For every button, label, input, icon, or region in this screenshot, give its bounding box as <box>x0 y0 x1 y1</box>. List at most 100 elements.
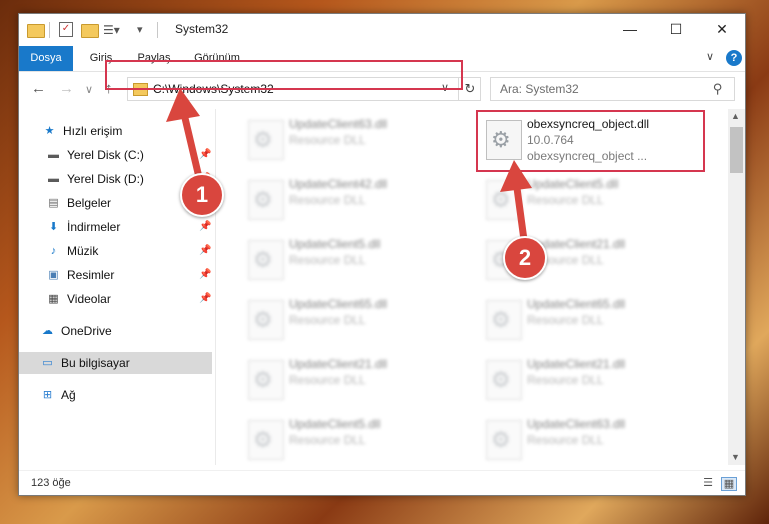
file-name: UpdateClient5.dll <box>289 417 381 431</box>
file-name: UpdateClient5.dll <box>527 177 619 191</box>
details-view-icon[interactable]: ☰ <box>701 477 715 489</box>
search-icon[interactable]: ⚲ <box>713 81 723 97</box>
file-item[interactable]: ⚙ UpdateClient5.dll Resource DLL <box>241 233 461 288</box>
dll-file-icon: ⚙ <box>486 180 522 220</box>
sidebar-item-label: Hızlı erişim <box>63 124 123 138</box>
folder-icon[interactable] <box>27 24 45 38</box>
file-type: Resource DLL <box>527 433 604 447</box>
file-item[interactable]: ⚙ UpdateClient5.dll Resource DLL <box>479 173 699 228</box>
file-item[interactable]: ⚙ UpdateClient63.dll Resource DLL <box>241 113 461 168</box>
sidebar-item[interactable]: ★ Hızlı erişim <box>19 120 212 142</box>
sidebar-item-label: Yerel Disk (C:) <box>67 148 144 162</box>
file-type: Resource DLL <box>527 373 604 387</box>
sidebar-item[interactable]: ⊞ Ağ <box>19 384 212 406</box>
star-icon: ★ <box>44 125 55 137</box>
file-name: UpdateClient63.dll <box>527 417 626 431</box>
computer-icon: ▭ <box>42 357 53 369</box>
file-item[interactable]: ⚙ UpdateClient65.dll Resource DLL <box>479 293 699 348</box>
pin-icon[interactable]: 📌 <box>199 288 211 310</box>
sidebar-item-label: Resimler <box>67 268 115 282</box>
file-item[interactable]: ⚙ UpdateClient21.dll Resource DLL <box>241 353 461 408</box>
drive-icon: ▬ <box>48 173 59 185</box>
pin-icon[interactable]: 📌 <box>199 264 211 286</box>
sidebar-item-label: OneDrive <box>61 324 112 338</box>
file-name: UpdateClient63.dll <box>289 117 388 131</box>
dll-file-icon: ⚙ <box>248 420 284 460</box>
tab-file[interactable]: Dosya <box>19 46 73 71</box>
scroll-up-icon[interactable]: ▲ <box>731 111 740 121</box>
pin-icon[interactable]: 📌 <box>199 144 211 166</box>
forward-button[interactable]: → <box>59 80 74 97</box>
sidebar-item-label: Yerel Disk (D:) <box>67 172 144 186</box>
step-2-badge: 2 <box>503 236 547 280</box>
pin-icon[interactable]: 📌 <box>199 216 211 238</box>
title-bar: ✓ ☰▾ ▾ System32 — ☐ ✕ <box>19 14 745 46</box>
file-item[interactable]: ⚙ UpdateClient42.dll Resource DLL <box>241 173 461 228</box>
dll-file-icon: ⚙ <box>248 300 284 340</box>
file-name: UpdateClient42.dll <box>289 177 388 191</box>
quick-access-dropdown-icon[interactable]: ▾ <box>137 23 143 39</box>
file-type: Resource DLL <box>527 313 604 327</box>
cloud-icon: ☁ <box>42 325 53 337</box>
scroll-down-icon[interactable]: ▼ <box>731 452 740 462</box>
dll-file-icon: ⚙ <box>248 360 284 400</box>
dll-file-icon: ⚙ <box>486 420 522 460</box>
window-title: System32 <box>175 22 229 36</box>
file-type: Resource DLL <box>289 373 366 387</box>
new-folder-icon[interactable] <box>81 24 99 38</box>
customize-toolbar-icon[interactable]: ☰▾ <box>103 23 120 39</box>
sidebar-item[interactable]: ▣ Resimler 📌 <box>19 264 212 286</box>
help-icon[interactable]: ? <box>726 50 742 66</box>
sidebar-item[interactable]: ▦ Videolar 📌 <box>19 288 212 310</box>
properties-icon[interactable]: ✓ <box>59 22 73 37</box>
sidebar-item-label: Ağ <box>61 388 76 402</box>
videos-icon: ▦ <box>48 293 59 305</box>
address-highlight <box>105 60 463 90</box>
sidebar-item-label: Bu bilgisayar <box>61 356 130 370</box>
sidebar-item[interactable]: ♪ Müzik 📌 <box>19 240 212 262</box>
dll-file-icon: ⚙ <box>248 120 284 160</box>
sidebar-item-label: İndirmeler <box>67 220 121 234</box>
file-item[interactable]: ⚙ UpdateClient21.dll Resource DLL <box>479 353 699 408</box>
sidebar-item-label: Belgeler <box>67 196 112 210</box>
close-button[interactable]: ✕ <box>699 14 745 44</box>
toolbar-separator <box>157 22 158 38</box>
music-icon: ♪ <box>50 245 57 257</box>
toolbar-separator <box>49 22 50 38</box>
file-type: Resource DLL <box>289 313 366 327</box>
file-item[interactable]: ⚙ UpdateClient63.dll Resource DLL <box>479 413 699 465</box>
file-name: UpdateClient5.dll <box>289 237 381 251</box>
scroll-thumb[interactable] <box>730 127 743 173</box>
drive-icon: ▬ <box>48 149 59 161</box>
vertical-scrollbar[interactable]: ▲ ▼ <box>728 109 745 465</box>
maximize-button[interactable]: ☐ <box>653 14 699 44</box>
dll-file-icon: ⚙ <box>248 240 284 280</box>
pin-icon[interactable]: 📌 <box>199 240 211 262</box>
dll-file-icon: ⚙ <box>486 300 522 340</box>
file-item[interactable]: ⚙ UpdateClient65.dll Resource DLL <box>241 293 461 348</box>
sidebar-item[interactable]: ⬇ İndirmeler 📌 <box>19 216 212 238</box>
file-name: UpdateClient65.dll <box>289 297 388 311</box>
pictures-icon: ▣ <box>48 269 59 281</box>
recent-locations-icon[interactable]: ∨ <box>85 83 93 96</box>
network-icon: ⊞ <box>42 389 53 401</box>
sidebar-item[interactable]: ☁ OneDrive <box>19 320 212 342</box>
minimize-button[interactable]: — <box>607 14 653 44</box>
search-box[interactable]: Ara: System32 ⚲ <box>490 77 735 101</box>
file-type: Resource DLL <box>289 253 366 267</box>
file-name: UpdateClient21.dll <box>289 357 388 371</box>
file-name: UpdateClient65.dll <box>527 297 626 311</box>
sidebar-item-label: Müzik <box>67 244 99 258</box>
navigation-pane: ★ Hızlı erişim ▬ Yerel Disk (C:) 📌 ▬ Yerel Dis… <box>19 109 216 465</box>
tiles-view-icon[interactable]: ▦ <box>721 477 737 491</box>
sidebar-item[interactable]: ▬ Yerel Disk (C:) 📌 <box>19 144 212 166</box>
download-icon: ⬇ <box>48 221 59 233</box>
sidebar-item[interactable]: ▭ Bu bilgisayar <box>19 352 212 374</box>
step-1-badge: 1 <box>180 173 224 217</box>
file-item[interactable]: ⚙ UpdateClient5.dll Resource DLL <box>241 413 461 465</box>
search-input[interactable]: Ara: System32 <box>500 82 579 96</box>
expand-ribbon-icon[interactable]: ∨ <box>706 50 714 63</box>
back-button[interactable]: ← <box>31 80 46 97</box>
file-highlight <box>476 110 705 172</box>
dll-file-icon: ⚙ <box>486 360 522 400</box>
